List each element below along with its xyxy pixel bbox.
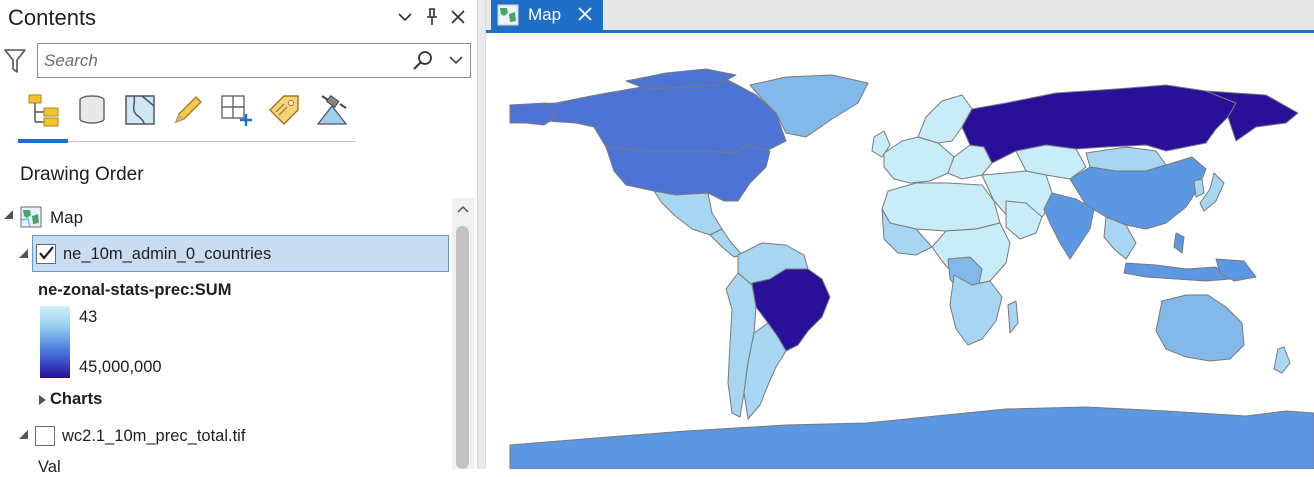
pane-title: Contents [8,5,97,30]
central-america [709,228,743,258]
southern-africa [949,274,1003,346]
mexico [653,190,723,236]
list-by-editing-icon[interactable] [170,92,206,128]
pane-options-chevron-icon[interactable] [395,6,415,28]
list-by-source-icon[interactable] [74,92,110,128]
antarctica [509,406,1314,470]
symbology-field-label: ne-zonal-stats-prec:SUM [38,281,232,299]
active-view-indicator [18,139,68,143]
layer-visibility-checkbox[interactable] [36,244,56,264]
new-zealand [1273,346,1291,374]
toolbar-divider [18,141,356,142]
list-by-snapping-icon[interactable] [218,92,254,128]
layer-row-countries[interactable]: ne_10m_admin_0_countries [32,235,449,272]
map-tab-label: Map [528,5,562,24]
map-node-label[interactable]: Map [50,208,83,228]
search-input[interactable] [44,49,404,73]
search-options-chevron-icon[interactable] [448,52,466,70]
raster-layer-name[interactable]: wc2.1_10m_prec_total.tif [62,427,245,446]
scroll-up-icon[interactable] [452,198,474,220]
scandinavia [917,94,973,144]
korea [1193,178,1205,198]
drawing-order-heading: Drawing Order [20,164,144,185]
western-europe [883,136,955,184]
tab-map[interactable]: Map [491,0,603,30]
charts-label[interactable]: Charts [50,390,102,409]
indonesia [1123,262,1231,282]
map-expand-arrow-icon[interactable] [4,210,13,219]
map-canvas[interactable] [486,33,1314,470]
list-by-labeling-icon[interactable] [266,92,302,128]
layer-name: ne_10m_admin_0_countries [63,245,272,263]
color-ramp-swatch[interactable] [40,306,70,378]
madagascar [1007,300,1019,334]
search-icon[interactable] [412,50,434,72]
filter-icon[interactable] [3,47,27,77]
layer-expand-arrow-icon[interactable] [19,249,28,258]
map-tab-icon [497,4,519,26]
list-by-drawing-order-icon[interactable] [26,92,62,128]
scroll-thumb[interactable] [456,226,469,469]
pane-splitter[interactable] [477,0,486,469]
philippines [1173,232,1185,254]
world-map[interactable] [486,33,1314,470]
pin-icon[interactable] [422,6,442,28]
north-africa [881,182,1001,232]
mongolia [1085,146,1167,172]
list-by-selection-icon[interactable] [122,92,158,128]
view-tab-strip [486,0,1314,30]
close-tab-icon[interactable] [575,3,595,25]
contents-pane: Contents Search Drawing Order Map ne_10m… [0,0,477,476]
charts-expand-arrow-icon[interactable] [39,395,46,405]
raster-value-label: Val [38,458,61,476]
map-icon [20,206,42,228]
united-states [605,144,771,202]
close-pane-icon[interactable] [448,6,468,28]
legend-low-label: 45,000,000 [79,358,162,376]
australia [1155,294,1245,362]
raster-expand-arrow-icon[interactable] [19,430,28,439]
raster-visibility-checkbox[interactable] [35,426,55,446]
contents-scrollbar[interactable] [452,198,474,469]
search-box [37,43,471,78]
list-by-perspective-imagery-icon[interactable] [314,92,350,128]
legend-high-label: 43 [79,308,98,326]
